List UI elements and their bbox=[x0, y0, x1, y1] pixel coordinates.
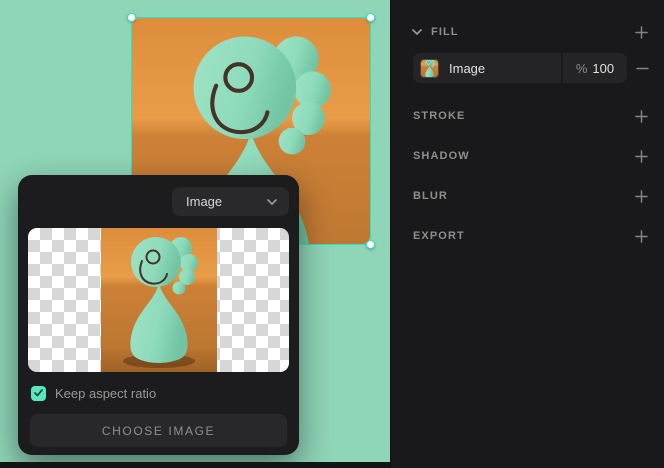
shadow-section-label: SHADOW bbox=[413, 150, 470, 162]
add-export-button[interactable] bbox=[633, 228, 649, 244]
add-shadow-button[interactable] bbox=[633, 148, 649, 164]
minus-icon bbox=[636, 62, 649, 75]
keep-aspect-ratio-checkbox[interactable] bbox=[31, 386, 46, 401]
fill-image-thumbnail bbox=[421, 60, 438, 77]
fill-type-dropdown[interactable]: Image bbox=[172, 187, 289, 216]
application-window: Image Keep aspect ratio CHOOSE IMAGE bbox=[0, 0, 664, 468]
plus-icon bbox=[635, 110, 648, 123]
canvas-area[interactable]: Image Keep aspect ratio CHOOSE IMAGE bbox=[0, 0, 390, 462]
resize-handle-top-right[interactable] bbox=[366, 13, 375, 22]
stroke-section-header[interactable]: STROKE bbox=[391, 108, 664, 124]
plus-icon bbox=[635, 150, 648, 163]
add-stroke-button[interactable] bbox=[633, 108, 649, 124]
add-blur-button[interactable] bbox=[633, 188, 649, 204]
fill-opacity-value: 100 bbox=[592, 61, 614, 76]
image-fill-popup: Image Keep aspect ratio CHOOSE IMAGE bbox=[18, 175, 299, 455]
chevron-down-icon[interactable] bbox=[412, 29, 422, 35]
shadow-section-header[interactable]: SHADOW bbox=[391, 148, 664, 164]
export-section-header[interactable]: EXPORT bbox=[391, 228, 664, 244]
fill-type-selected-value: Image bbox=[186, 194, 222, 209]
percent-symbol: % bbox=[576, 61, 588, 76]
image-preview-checkerboard bbox=[28, 228, 289, 372]
stroke-section-label: STROKE bbox=[413, 110, 465, 122]
fill-image-chip[interactable]: Image bbox=[413, 53, 561, 83]
fill-item-name: Image bbox=[449, 61, 485, 76]
export-section-label: EXPORT bbox=[413, 230, 465, 242]
fill-item-row: Image % 100 bbox=[413, 53, 650, 83]
resize-handle-bottom-right[interactable] bbox=[366, 240, 375, 249]
fill-section-label: FILL bbox=[431, 26, 459, 38]
design-panel: FILL Image % 100 STROKE bbox=[390, 0, 664, 468]
plus-icon bbox=[635, 26, 648, 39]
plus-icon bbox=[635, 230, 648, 243]
resize-handle-top-left[interactable] bbox=[127, 13, 136, 22]
checkmark-icon bbox=[34, 389, 43, 397]
choose-image-button[interactable]: CHOOSE IMAGE bbox=[30, 414, 287, 447]
fill-section-header[interactable]: FILL bbox=[391, 24, 664, 40]
image-preview bbox=[101, 228, 217, 372]
keep-aspect-ratio-row: Keep aspect ratio bbox=[31, 385, 156, 401]
keep-aspect-ratio-label: Keep aspect ratio bbox=[55, 386, 156, 401]
fill-opacity-input[interactable]: % 100 bbox=[563, 53, 627, 83]
chevron-down-icon bbox=[267, 199, 277, 205]
add-fill-button[interactable] bbox=[633, 24, 649, 40]
blur-section-label: BLUR bbox=[413, 190, 448, 202]
plus-icon bbox=[635, 190, 648, 203]
blur-section-header[interactable]: BLUR bbox=[391, 188, 664, 204]
remove-fill-button[interactable] bbox=[634, 60, 650, 76]
